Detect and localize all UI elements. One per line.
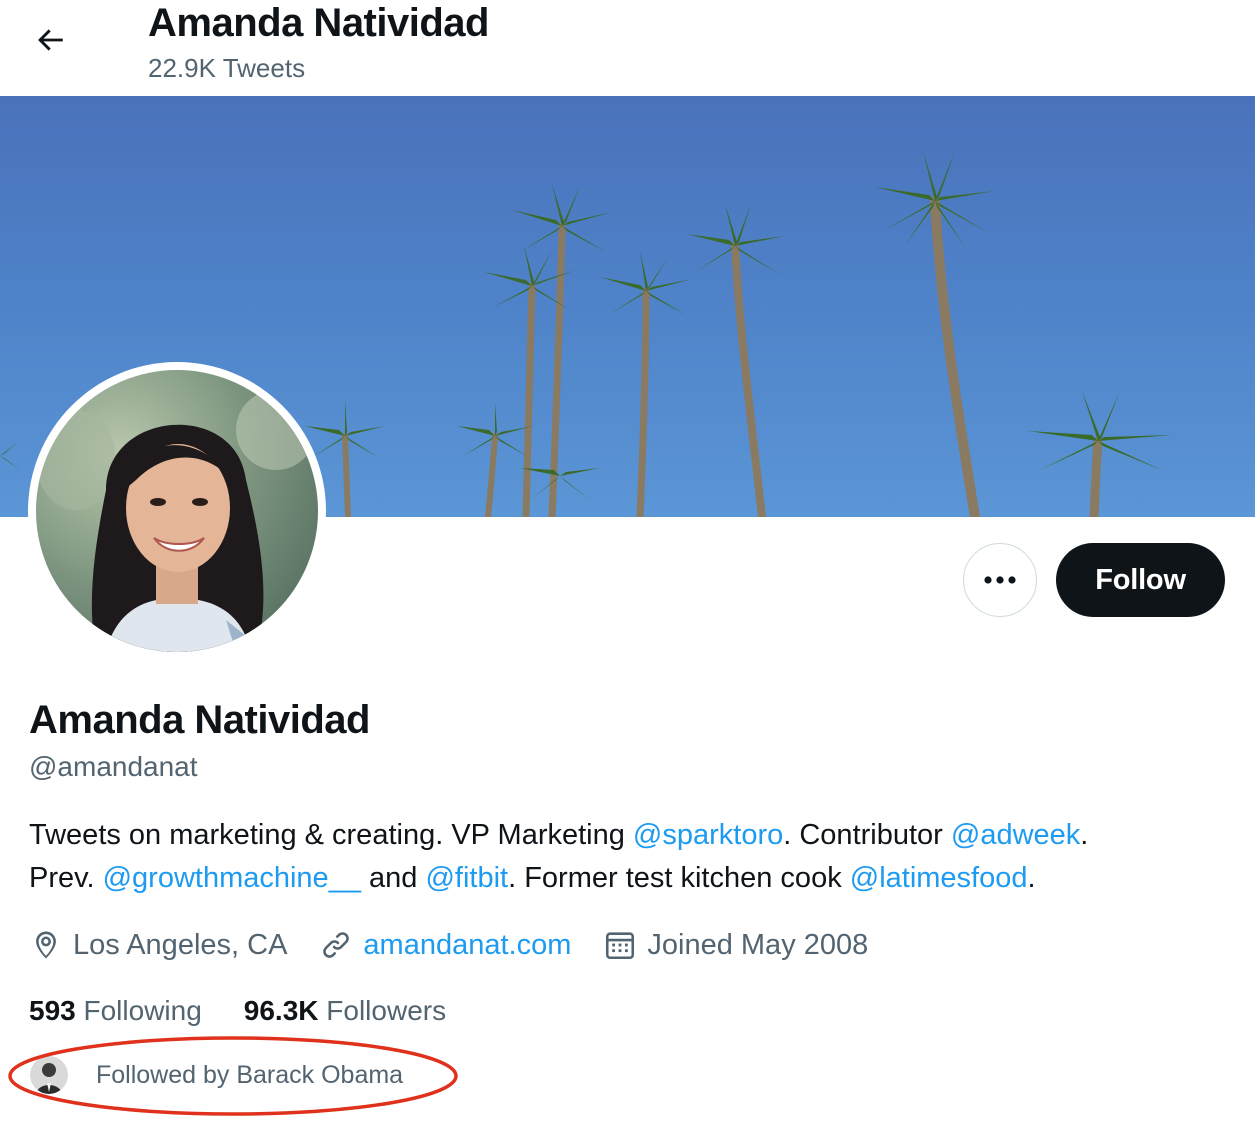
followers-label: Followers xyxy=(326,995,447,1026)
bio-text: . xyxy=(1080,819,1089,851)
profile-meta: Los Angeles, CA amandanat.com Joined May… xyxy=(29,925,900,965)
mention-link-sparktoro[interactable]: @sparktoro xyxy=(633,819,783,851)
more-button[interactable] xyxy=(963,543,1037,617)
profile-name: Amanda Natividad xyxy=(29,698,370,742)
bio-text: and xyxy=(360,862,426,894)
location-item: Los Angeles, CA xyxy=(29,928,287,962)
bio-text: . Former test kitchen cook xyxy=(508,862,850,894)
location-pin-icon xyxy=(36,931,56,959)
link-icon xyxy=(323,932,350,958)
mention-link-latimesfood[interactable]: @latimesfood xyxy=(850,862,1028,894)
followers-count: 96.3K xyxy=(243,995,319,1026)
bio-text: . Contributor xyxy=(783,819,951,851)
profile-bio: Tweets on marketing & creating. VP Marke… xyxy=(29,814,1229,900)
joined-item: Joined May 2008 xyxy=(603,928,868,962)
website-item[interactable]: amandanat.com xyxy=(319,928,571,962)
header-tweet-count: 22.9K Tweets xyxy=(148,53,306,83)
mention-link-fitbit[interactable]: @fitbit xyxy=(425,862,508,894)
follower-avatar xyxy=(30,1056,68,1094)
following-stat[interactable]: 593 Following xyxy=(29,994,202,1028)
profile-header-bar: Amanda Natividad 22.9K Tweets xyxy=(0,0,1255,96)
header-title: Amanda Natividad xyxy=(148,1,489,45)
mention-link-adweek[interactable]: @adweek xyxy=(951,819,1080,851)
avatar-image xyxy=(36,370,318,652)
mention-link-growthmachine[interactable]: @growthmachine__ xyxy=(103,862,361,894)
profile-page: Amanda Natividad 22.9K Tweets Follow Ama… xyxy=(0,0,1255,1121)
bio-text: Tweets on marketing & creating. VP Marke… xyxy=(29,819,633,851)
profile-avatar[interactable] xyxy=(28,362,326,660)
profile-stats: 593 Following 96.3K Followers xyxy=(29,994,488,1028)
bio-text: . xyxy=(1027,862,1036,894)
followed-by[interactable]: Followed by Barack Obama xyxy=(30,1056,403,1094)
bio-line-2: Prev. @growthmachine__ and @fitbit. Form… xyxy=(29,857,1229,900)
website-link[interactable]: amandanat.com xyxy=(363,929,571,962)
back-button[interactable] xyxy=(22,12,78,68)
following-label: Following xyxy=(83,995,202,1026)
bio-line-1: Tweets on marketing & creating. VP Marke… xyxy=(29,814,1229,857)
followers-stat[interactable]: 96.3K Followers xyxy=(244,994,446,1028)
follow-button[interactable]: Follow xyxy=(1056,543,1225,617)
back-arrow-icon[interactable] xyxy=(33,23,67,57)
followed-by-text: Followed by Barack Obama xyxy=(96,1060,404,1089)
profile-handle: @amandanat xyxy=(29,751,198,782)
location-text: Los Angeles, CA xyxy=(73,928,288,961)
joined-text: Joined May 2008 xyxy=(647,928,869,961)
more-horizontal-icon xyxy=(984,576,1016,584)
bio-text: Prev. xyxy=(29,862,103,894)
following-count: 593 xyxy=(29,995,76,1026)
calendar-icon xyxy=(606,932,635,960)
